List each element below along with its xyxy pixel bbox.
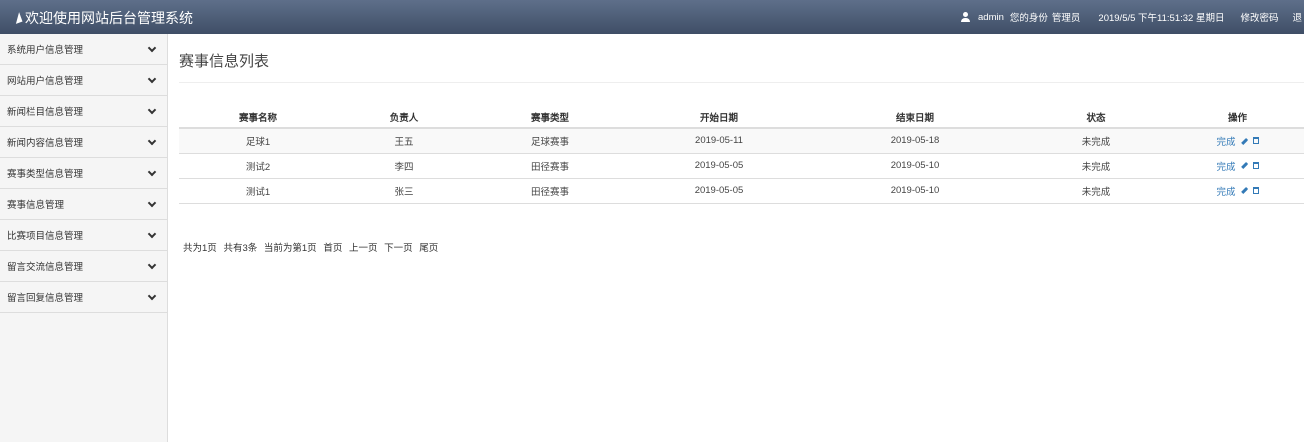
column-header: 操作	[1171, 106, 1304, 129]
complete-link[interactable]: 完成	[1216, 159, 1235, 173]
column-header: 开始日期	[629, 106, 809, 129]
total-records: 共有3条	[223, 243, 258, 254]
cell-type: 田径赛事	[471, 178, 629, 204]
cell-name: 测试2	[179, 153, 337, 179]
chevron-down-icon	[147, 136, 157, 145]
cell-end: 2019-05-18	[809, 128, 1021, 154]
column-header: 状态	[1021, 106, 1171, 129]
complete-link[interactable]: 完成	[1216, 184, 1235, 198]
cell-actions: 完成	[1171, 128, 1304, 154]
table-header-row: 赛事名称 负责人 赛事类型 开始日期 结束日期 状态 操作	[179, 106, 1304, 129]
current-page: 当前为第1页	[263, 243, 317, 254]
cell-type: 足球赛事	[471, 128, 629, 154]
pencil-icon[interactable]	[1240, 187, 1248, 194]
last-page-link[interactable]: 尾页	[419, 243, 438, 254]
send-icon	[12, 12, 23, 24]
prev-page-link[interactable]: 上一页	[349, 243, 378, 254]
brand[interactable]: 欢迎使用网站后台管理系统	[12, 8, 193, 28]
chevron-down-icon	[147, 167, 157, 176]
cell-end: 2019-05-10	[809, 178, 1021, 204]
sidebar-item-label: 系统用户信息管理	[7, 45, 84, 56]
sidebar-item-news-columns[interactable]: 新闻栏目信息管理	[0, 96, 167, 127]
main-content: 赛事信息列表 赛事名称 负责人 赛事类型 开始日期 结束日期 状态 操作 足球1…	[169, 34, 1304, 442]
user-icon	[960, 12, 970, 22]
sidebar-item-replies[interactable]: 留言回复信息管理	[0, 282, 167, 313]
cell-name: 测试1	[179, 178, 337, 204]
cell-status: 未完成	[1021, 178, 1171, 204]
sidebar-item-site-users[interactable]: 网站用户信息管理	[0, 65, 167, 96]
chevron-down-icon	[147, 43, 157, 52]
next-page-link[interactable]: 下一页	[384, 243, 413, 254]
chevron-down-icon	[147, 229, 157, 238]
total-pages: 共为1页	[183, 243, 217, 254]
sidebar-item-messages[interactable]: 留言交流信息管理	[0, 251, 167, 282]
cell-owner: 张三	[337, 178, 471, 204]
sidebar-item-label: 留言交流信息管理	[7, 262, 84, 273]
pencil-icon[interactable]	[1240, 137, 1248, 145]
first-page-link[interactable]: 首页	[323, 243, 342, 254]
change-password-link[interactable]: 修改密码	[1240, 10, 1278, 24]
cell-type: 田径赛事	[471, 153, 629, 179]
sidebar: 系统用户信息管理 网站用户信息管理 新闻栏目信息管理 新闻内容信息管理 赛事类型…	[0, 34, 168, 442]
divider	[179, 82, 1304, 83]
chevron-down-icon	[147, 198, 157, 207]
identity-label: 您的身份	[1009, 13, 1048, 24]
table-row: 测试1 张三 田径赛事 2019-05-05 2019-05-10 未完成 完成	[179, 178, 1304, 204]
column-header: 赛事类型	[471, 106, 629, 129]
cell-status: 未完成	[1021, 153, 1171, 179]
table-row: 足球1 王五 足球赛事 2019-05-11 2019-05-18 未完成 完成	[179, 128, 1304, 154]
sidebar-item-label: 比赛项目信息管理	[7, 231, 84, 242]
chevron-down-icon	[147, 74, 157, 83]
trash-icon[interactable]	[1252, 187, 1259, 194]
table-row: 测试2 李四 田径赛事 2019-05-05 2019-05-10 未完成 完成	[179, 153, 1304, 179]
cell-actions: 完成	[1171, 153, 1304, 179]
sidebar-item-label: 网站用户信息管理	[7, 76, 84, 87]
chevron-down-icon	[147, 291, 157, 300]
sidebar-item-label: 赛事信息管理	[7, 200, 65, 211]
cell-owner: 李四	[337, 153, 471, 179]
identity-value: 管理员	[1051, 13, 1081, 24]
sidebar-item-competition-items[interactable]: 比赛项目信息管理	[0, 220, 167, 251]
user-info-bar: admin 您的身份 管理员 2019/5/5 下午11:51:32 星期日 修…	[954, 10, 1304, 24]
cell-owner: 王五	[337, 128, 471, 154]
cell-start: 2019-05-05	[629, 153, 809, 179]
sidebar-item-events[interactable]: 赛事信息管理	[0, 189, 167, 220]
datetime: 2019/5/5 下午11:51:32 星期日	[1098, 13, 1225, 24]
page-title: 赛事信息列表	[179, 53, 270, 70]
trash-icon[interactable]	[1252, 137, 1259, 145]
cell-start: 2019-05-05	[629, 178, 809, 204]
sidebar-item-label: 新闻内容信息管理	[7, 138, 84, 149]
events-table: 赛事名称 负责人 赛事类型 开始日期 结束日期 状态 操作 足球1 王五 足球赛…	[179, 106, 1304, 204]
column-header: 负责人	[337, 106, 471, 129]
sidebar-item-label: 赛事类型信息管理	[7, 169, 84, 180]
logout-link[interactable]: 退	[1292, 10, 1302, 24]
cell-end: 2019-05-10	[809, 153, 1021, 179]
sidebar-item-event-types[interactable]: 赛事类型信息管理	[0, 158, 167, 189]
trash-icon[interactable]	[1252, 162, 1259, 169]
sidebar-item-label: 新闻栏目信息管理	[7, 107, 84, 118]
username: admin	[978, 11, 1004, 23]
column-header: 赛事名称	[179, 106, 337, 129]
cell-start: 2019-05-11	[629, 128, 809, 154]
sidebar-item-system-users[interactable]: 系统用户信息管理	[0, 34, 167, 65]
pencil-icon[interactable]	[1240, 162, 1248, 169]
brand-title: 欢迎使用网站后台管理系统	[25, 10, 193, 26]
chevron-down-icon	[147, 260, 157, 269]
complete-link[interactable]: 完成	[1216, 134, 1235, 148]
top-navbar: 欢迎使用网站后台管理系统 admin 您的身份 管理员 2019/5/5 下午1…	[0, 0, 1304, 34]
cell-status: 未完成	[1021, 128, 1171, 154]
cell-actions: 完成	[1171, 178, 1304, 204]
sidebar-item-news-content[interactable]: 新闻内容信息管理	[0, 127, 167, 158]
cell-name: 足球1	[179, 128, 337, 154]
pagination: 共为1页 共有3条 当前为第1页 首页 上一页 下一页 尾页	[183, 240, 442, 254]
sidebar-item-label: 留言回复信息管理	[7, 293, 84, 304]
chevron-down-icon	[147, 105, 157, 114]
column-header: 结束日期	[809, 106, 1021, 129]
